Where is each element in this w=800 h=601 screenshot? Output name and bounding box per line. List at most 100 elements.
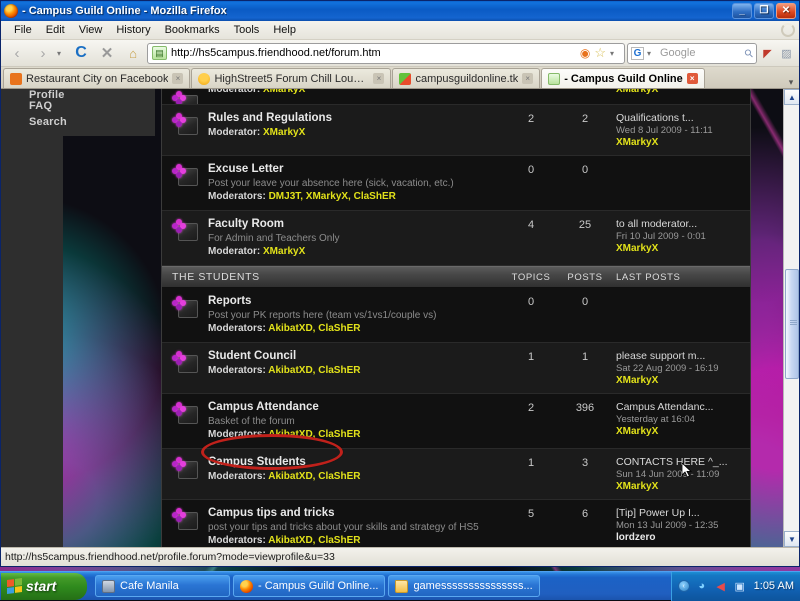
moderator-names[interactable]: AkibatXD, ClaShER (268, 323, 360, 334)
moderator-names[interactable]: XMarkyX (263, 89, 305, 95)
home-icon[interactable]: ⌂ (121, 42, 145, 64)
moderator-names[interactable]: XMarkyX (263, 127, 305, 138)
forum-row-reports[interactable]: Reports Post your PK reports here (team … (162, 288, 750, 343)
moderator-names[interactable]: DMJ3T, XMarkyX, ClaShER (269, 191, 396, 202)
last-post-user[interactable]: XMarkyX (616, 243, 750, 255)
url-bar[interactable]: ▤ http://hs5campus.friendhood.net/forum.… (147, 43, 625, 64)
tab-close-icon[interactable]: × (373, 73, 384, 84)
forum-row-faculty-room[interactable]: Faculty Room For Admin and Teachers Only… (162, 211, 750, 266)
moderator-prefix: Moderators: (208, 323, 266, 334)
minimize-button[interactable]: _ (732, 3, 752, 19)
search-magnifier-icon[interactable]: ⚲ (742, 46, 757, 61)
taskbar-button-games-folder[interactable]: gamesssssssssssssss... (388, 575, 539, 597)
reload-icon[interactable]: C (69, 42, 93, 64)
stop-icon[interactable]: ✕ (95, 42, 119, 64)
last-post-title[interactable]: please support m... (616, 350, 750, 363)
close-button[interactable]: ✕ (776, 3, 796, 19)
rss-feed-icon[interactable]: ◉ (580, 46, 590, 60)
forum-left-column (1, 89, 63, 547)
forum-row-partial-top[interactable]: Moderator: XMarkyX XMarkyX (162, 89, 750, 105)
tab-close-icon[interactable]: × (522, 73, 533, 84)
taskbar-button-cafe-manila[interactable]: Cafe Manila (95, 575, 230, 597)
search-input[interactable]: Google (660, 47, 695, 59)
forum-title[interactable]: Reports (208, 294, 502, 309)
taskbar-clock[interactable]: 1:05 AM (754, 580, 794, 592)
moderator-names[interactable]: AkibatXD, ClaShER (268, 429, 360, 440)
search-bar[interactable]: G ▾ Google ⚲ (627, 43, 757, 64)
url-text[interactable]: http://hs5campus.friendhood.net/forum.ht… (171, 47, 576, 59)
last-post-user[interactable]: lordzero (616, 532, 750, 544)
menu-item-edit[interactable]: Edit (39, 24, 72, 36)
forum-row-student-council[interactable]: Student Council Moderators: AkibatXD, Cl… (162, 343, 750, 394)
last-post-title[interactable]: to all moderator... (616, 218, 750, 231)
last-post-user[interactable]: XMarkyX (616, 89, 750, 96)
toolbar-extra-icon-2[interactable]: ▨ (778, 43, 795, 63)
moderator-names[interactable]: AkibatXD, ClaShER (268, 471, 360, 482)
start-button[interactable]: start (1, 573, 87, 600)
network-monitor-icon[interactable]: ▣ (733, 579, 747, 593)
last-post-user[interactable]: XMarkyX (616, 375, 750, 387)
forum-title[interactable]: Campus tips and tricks (208, 506, 502, 521)
tab-close-icon[interactable]: × (172, 73, 183, 84)
bookmark-star-icon[interactable]: ☆ (594, 45, 606, 61)
forum-row-campus-students[interactable]: Campus Students Moderators: AkibatXD, Cl… (162, 449, 750, 500)
volume-icon[interactable]: ◀ (714, 579, 728, 593)
tab-list-chevron-icon[interactable]: ▾ (785, 77, 797, 88)
shield-icon[interactable]: ◕ (695, 579, 709, 593)
moderator-names[interactable]: AkibatXD, ClaShER (268, 365, 360, 376)
forum-title[interactable]: Campus Students (208, 455, 502, 470)
search-engine-chevron-icon[interactable]: ▾ (647, 49, 657, 58)
last-post-title[interactable]: Campus Attendanc... (616, 401, 750, 414)
tab-campusguildonline-tk[interactable]: campusguildonline.tk × (392, 68, 540, 88)
taskbar-button-campus-guild-online[interactable]: - Campus Guild Online... (233, 575, 385, 597)
menu-item-view[interactable]: View (72, 24, 110, 36)
tray-expand-chevron-icon[interactable]: ‹ (678, 580, 690, 592)
menu-item-tools[interactable]: Tools (227, 24, 267, 36)
forum-title[interactable]: Excuse Letter (208, 162, 502, 177)
menu-item-bookmarks[interactable]: Bookmarks (158, 24, 227, 36)
forum-row-campus-tips-and-tricks[interactable]: Campus tips and tricks post your tips an… (162, 500, 750, 547)
tab-label: campusguildonline.tk (415, 73, 518, 85)
scrollbar-thumb[interactable] (785, 269, 799, 379)
menu-item-history[interactable]: History (109, 24, 157, 36)
menu-item-file[interactable]: File (7, 24, 39, 36)
column-header-posts: POSTS (560, 272, 610, 283)
flower-icon (172, 113, 186, 127)
back-icon[interactable]: ‹ (5, 42, 29, 64)
last-post-title[interactable]: Qualifications t... (616, 112, 750, 125)
forum-title[interactable]: Rules and Regulations (208, 111, 502, 126)
moderator-prefix: Moderators: (208, 191, 266, 202)
category-header-the-students: THE STUDENTS TOPICS POSTS LAST POSTS (162, 266, 750, 288)
google-search-engine-icon[interactable]: G (631, 47, 644, 60)
forward-icon[interactable]: › (31, 42, 55, 64)
tab-close-icon[interactable]: × (687, 73, 698, 84)
chevron-down-icon[interactable]: ▾ (57, 49, 67, 58)
page-scrollbar[interactable]: ▲ ▼ (783, 89, 799, 547)
last-post-user[interactable]: XMarkyX (616, 137, 750, 149)
forum-row-excuse-letter[interactable]: Excuse Letter Post your leave your absen… (162, 156, 750, 211)
maximize-button[interactable]: ❐ (754, 3, 774, 19)
tab-highstreet5-forum[interactable]: HighStreet5 Forum Chill Lounge - highst.… (191, 68, 391, 88)
moderator-names[interactable]: AkibatXD, ClaShER (268, 535, 360, 546)
toolbar-extra-icon-1[interactable]: ◤ (759, 43, 776, 63)
sidebar-item-faq[interactable]: FAQ (25, 98, 155, 114)
menu-item-help[interactable]: Help (266, 24, 303, 36)
forum-description: Post your leave your absence here (sick,… (208, 177, 502, 190)
last-post-user[interactable]: XMarkyX (616, 481, 750, 493)
tab-restaurant-city[interactable]: Restaurant City on Facebook × (3, 68, 190, 88)
forum-row-rules-and-regulations[interactable]: Rules and Regulations Moderator: XMarkyX… (162, 105, 750, 156)
sidebar-item-search[interactable]: Search (25, 114, 155, 130)
forum-title[interactable]: Student Council (208, 349, 502, 364)
forum-title[interactable]: Campus Attendance (208, 400, 502, 415)
tab-campus-guild-online[interactable]: - Campus Guild Online × (541, 68, 705, 88)
forum-title[interactable]: Faculty Room (208, 217, 502, 232)
moderator-names[interactable]: XMarkyX (263, 246, 305, 257)
sidebar-item-profile[interactable]: Profile (25, 89, 155, 98)
forum-row-campus-attendance[interactable]: Campus Attendance Basket of the forum Mo… (162, 394, 750, 449)
last-post-title[interactable]: [Tip] Power Up I... (616, 507, 750, 520)
scroll-down-arrow-icon[interactable]: ▼ (784, 531, 799, 547)
star-chevron-down-icon[interactable]: ▾ (610, 49, 620, 58)
scroll-up-arrow-icon[interactable]: ▲ (784, 89, 799, 105)
last-post-title[interactable]: CONTACTS HERE ^_... (616, 456, 750, 469)
last-post-user[interactable]: XMarkyX (616, 426, 750, 438)
